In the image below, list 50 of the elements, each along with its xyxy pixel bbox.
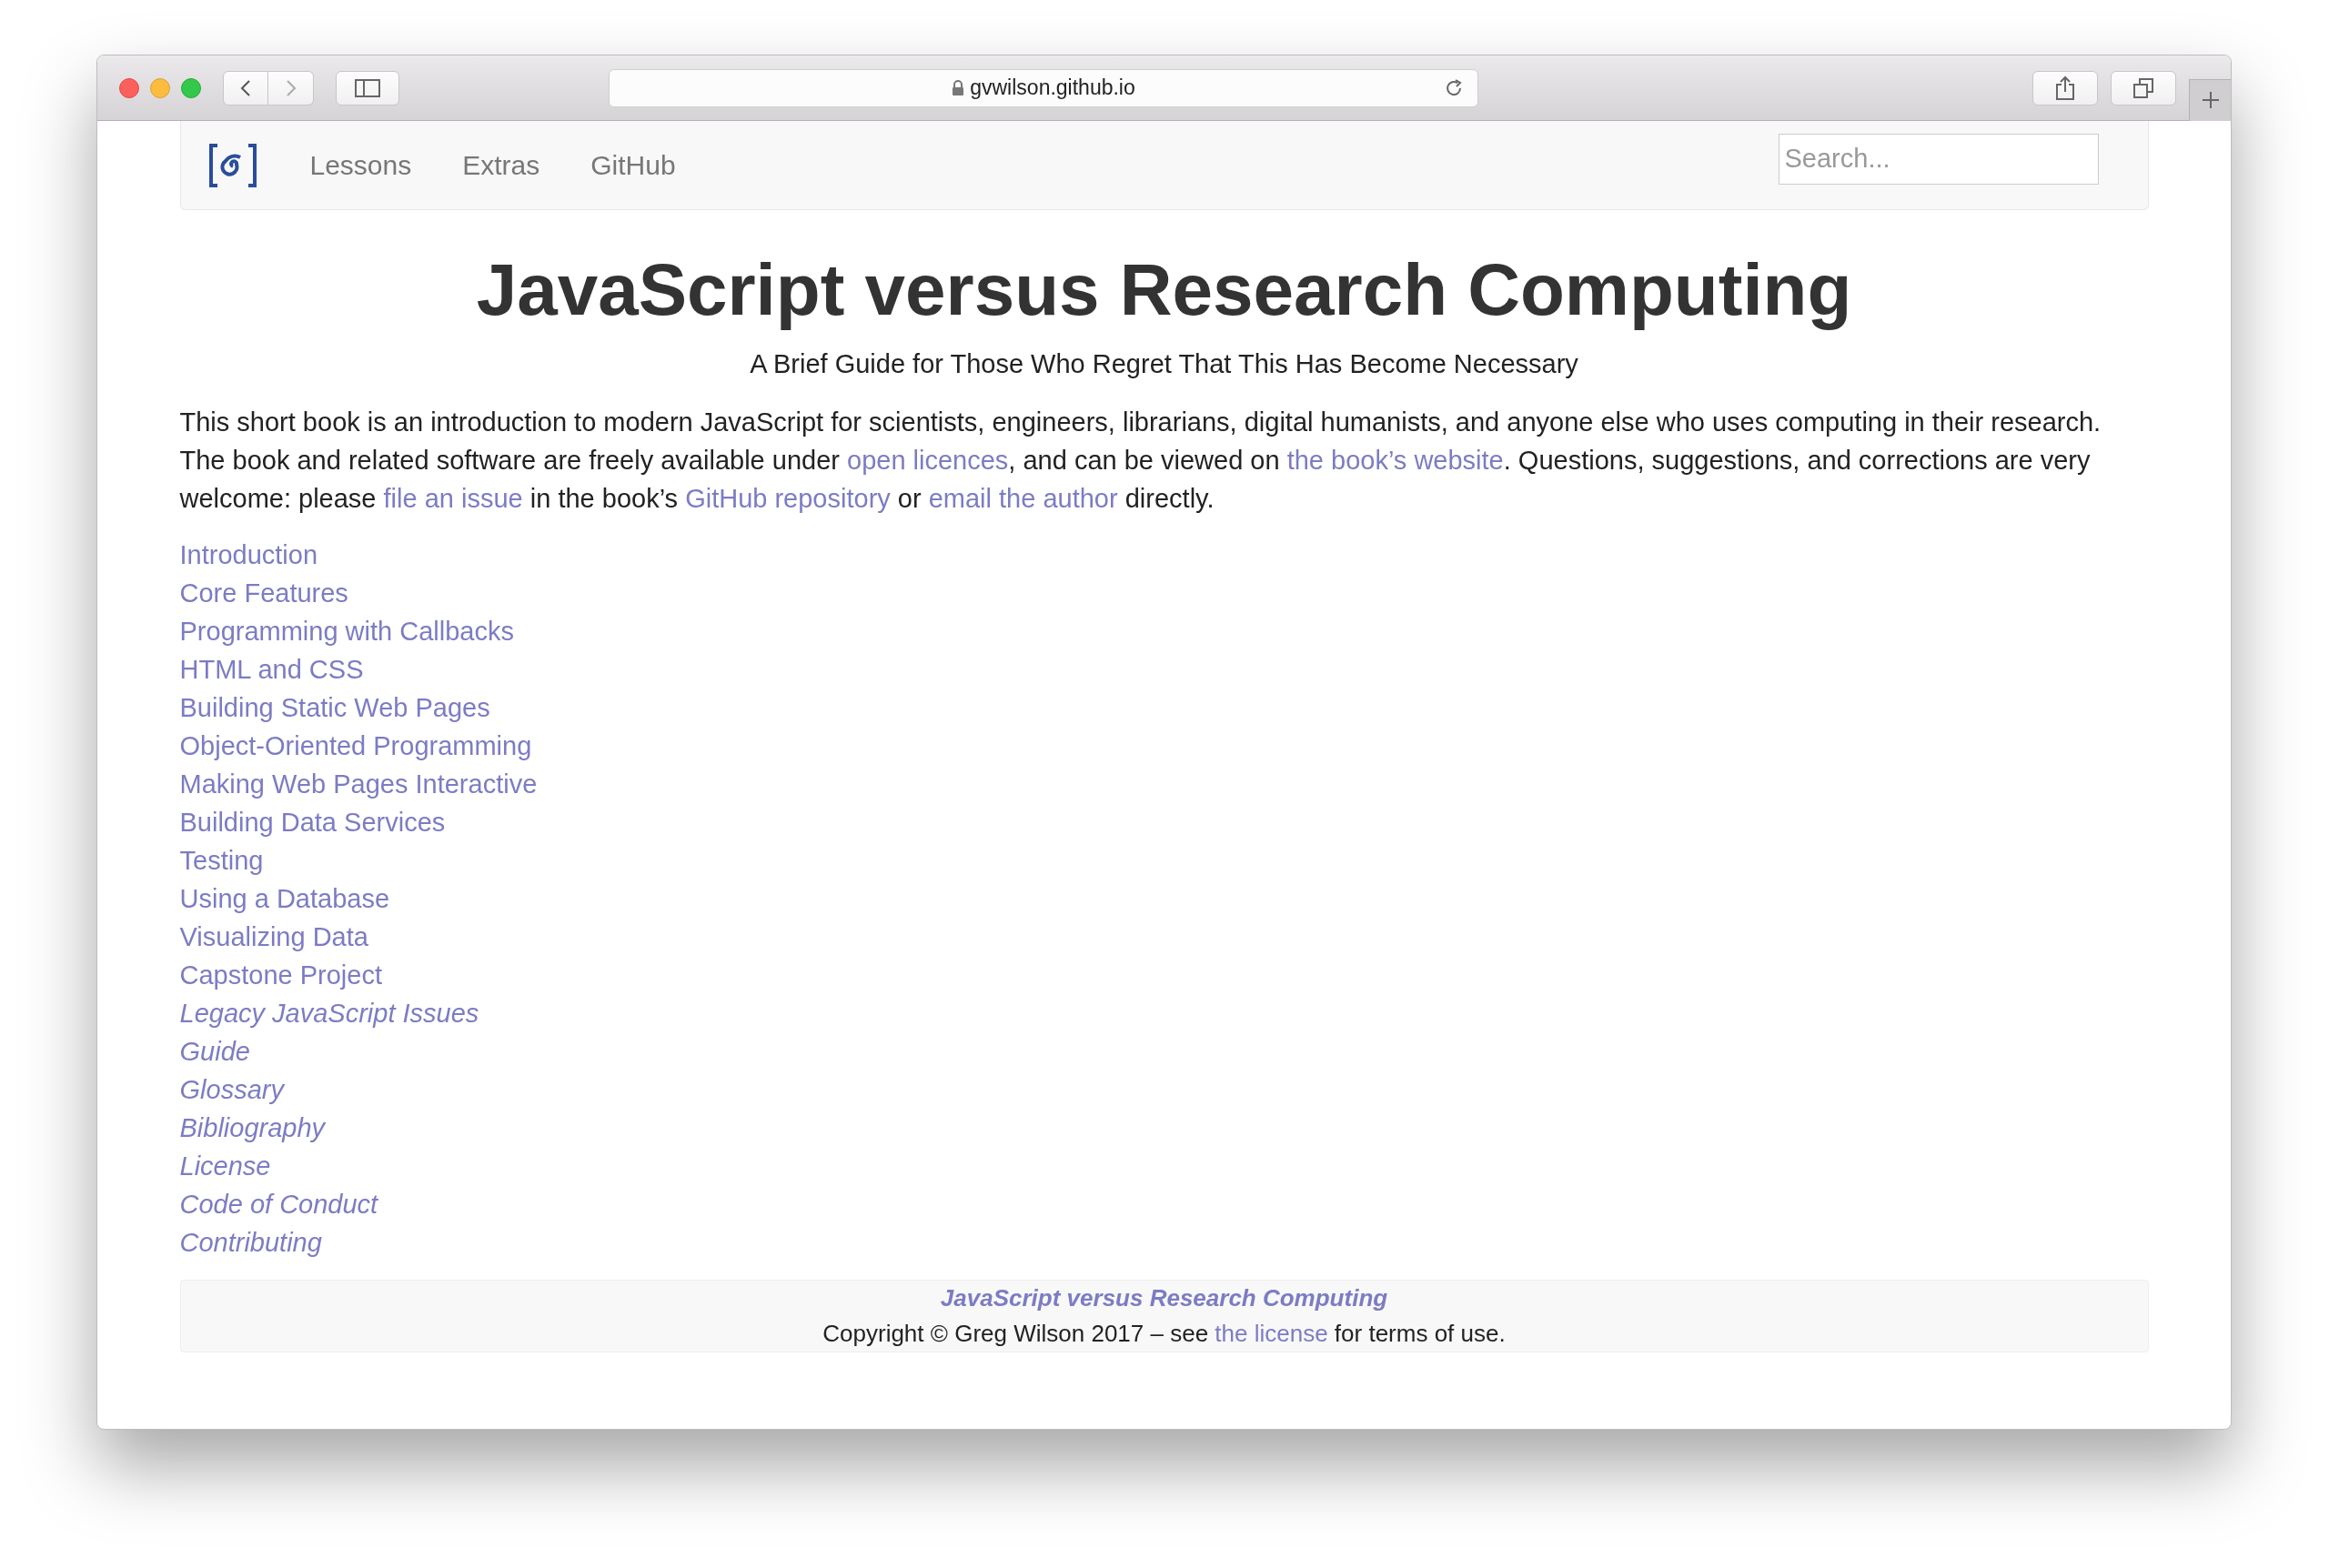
sidebar-icon <box>355 78 380 97</box>
page-title: JavaScript versus Research Computing <box>476 250 1852 330</box>
chapter-link[interactable]: Guide <box>179 1031 250 1070</box>
tabs-button[interactable] <box>2111 70 2176 106</box>
chapter-link[interactable]: Programming with Callbacks <box>179 611 514 650</box>
nav-link[interactable]: GitHub <box>565 145 701 186</box>
chapter-link[interactable]: Bibliography <box>179 1108 326 1147</box>
share-button[interactable] <box>2032 70 2098 106</box>
footer-title-link[interactable]: JavaScript versus Research Computing <box>940 1280 1388 1316</box>
chapter-link[interactable]: Contributing <box>179 1222 322 1261</box>
plus-icon <box>2201 91 2220 109</box>
chapter-link[interactable]: Testing <box>179 840 264 879</box>
text-link[interactable]: the book’s website <box>1286 445 1504 475</box>
chapter-link[interactable]: Introduction <box>179 535 318 574</box>
chapter-link[interactable]: Using a Database <box>179 879 390 918</box>
close-button[interactable] <box>119 77 139 98</box>
text-link[interactable]: GitHub repository <box>685 483 891 513</box>
chapter-link[interactable]: HTML and CSS <box>179 649 364 689</box>
chapter-link[interactable]: Visualizing Data <box>179 917 368 956</box>
chapter-link[interactable]: Core Features <box>179 573 348 612</box>
text-link[interactable]: file an issue <box>383 483 523 513</box>
text-link[interactable]: email the author <box>928 483 1118 513</box>
nav-link[interactable]: Extras <box>437 145 566 186</box>
license-link[interactable]: the license <box>1215 1319 1328 1347</box>
nav-link[interactable]: Lessons <box>284 145 438 186</box>
chapter-link[interactable]: Glossary <box>179 1070 284 1109</box>
chevron-right-icon <box>285 78 297 97</box>
page-subtitle: A Brief Guide for Those Who Regret That This Has Become Necessary <box>750 348 1578 380</box>
share-icon <box>2055 75 2075 101</box>
chevron-left-icon <box>240 78 251 97</box>
lock-icon <box>952 79 965 96</box>
chapter-link[interactable]: Legacy JavaScript Issues <box>179 993 479 1032</box>
copyright-text: Copyright © Greg Wilson 2017 – see the license for terms of use. <box>822 1318 1506 1349</box>
chapter-link[interactable]: Building Data Services <box>179 802 446 841</box>
chapter-link[interactable]: Making Web Pages Interactive <box>179 764 538 803</box>
tabs-icon <box>2132 76 2154 99</box>
intro-paragraph: This short book is an introduction to modern JavaScript for scientists, engineers, librarians, digital humanists, and anyone else who uses computing in their research. The book and related software are freely available under open licences, and can be viewed on the book’s website. Questions, suggestions, and corrections are very welcome: please file an issue in the book’s GitHub repository or email the author directly. <box>179 406 2102 515</box>
chapter-link[interactable]: Building Static Web Pages <box>179 688 490 727</box>
spiral-logo[interactable] <box>207 142 257 188</box>
chapter-link[interactable]: Capstone Project <box>179 955 382 994</box>
address-bar[interactable]: gvwilson.github.io <box>609 68 1478 107</box>
url-text: gvwilson.github.io <box>970 75 1135 102</box>
chapter-link[interactable]: License <box>179 1146 271 1185</box>
back-button[interactable] <box>223 70 268 106</box>
sidebar-button[interactable] <box>336 70 399 106</box>
chapter-link[interactable]: Object-Oriented Programming <box>179 726 532 765</box>
text-link[interactable]: open licences <box>847 445 1009 475</box>
search-field[interactable]: Search... <box>1778 133 2099 185</box>
new-tab-button[interactable] <box>2189 78 2231 121</box>
chapter-link[interactable]: Code of Conduct <box>179 1184 378 1223</box>
